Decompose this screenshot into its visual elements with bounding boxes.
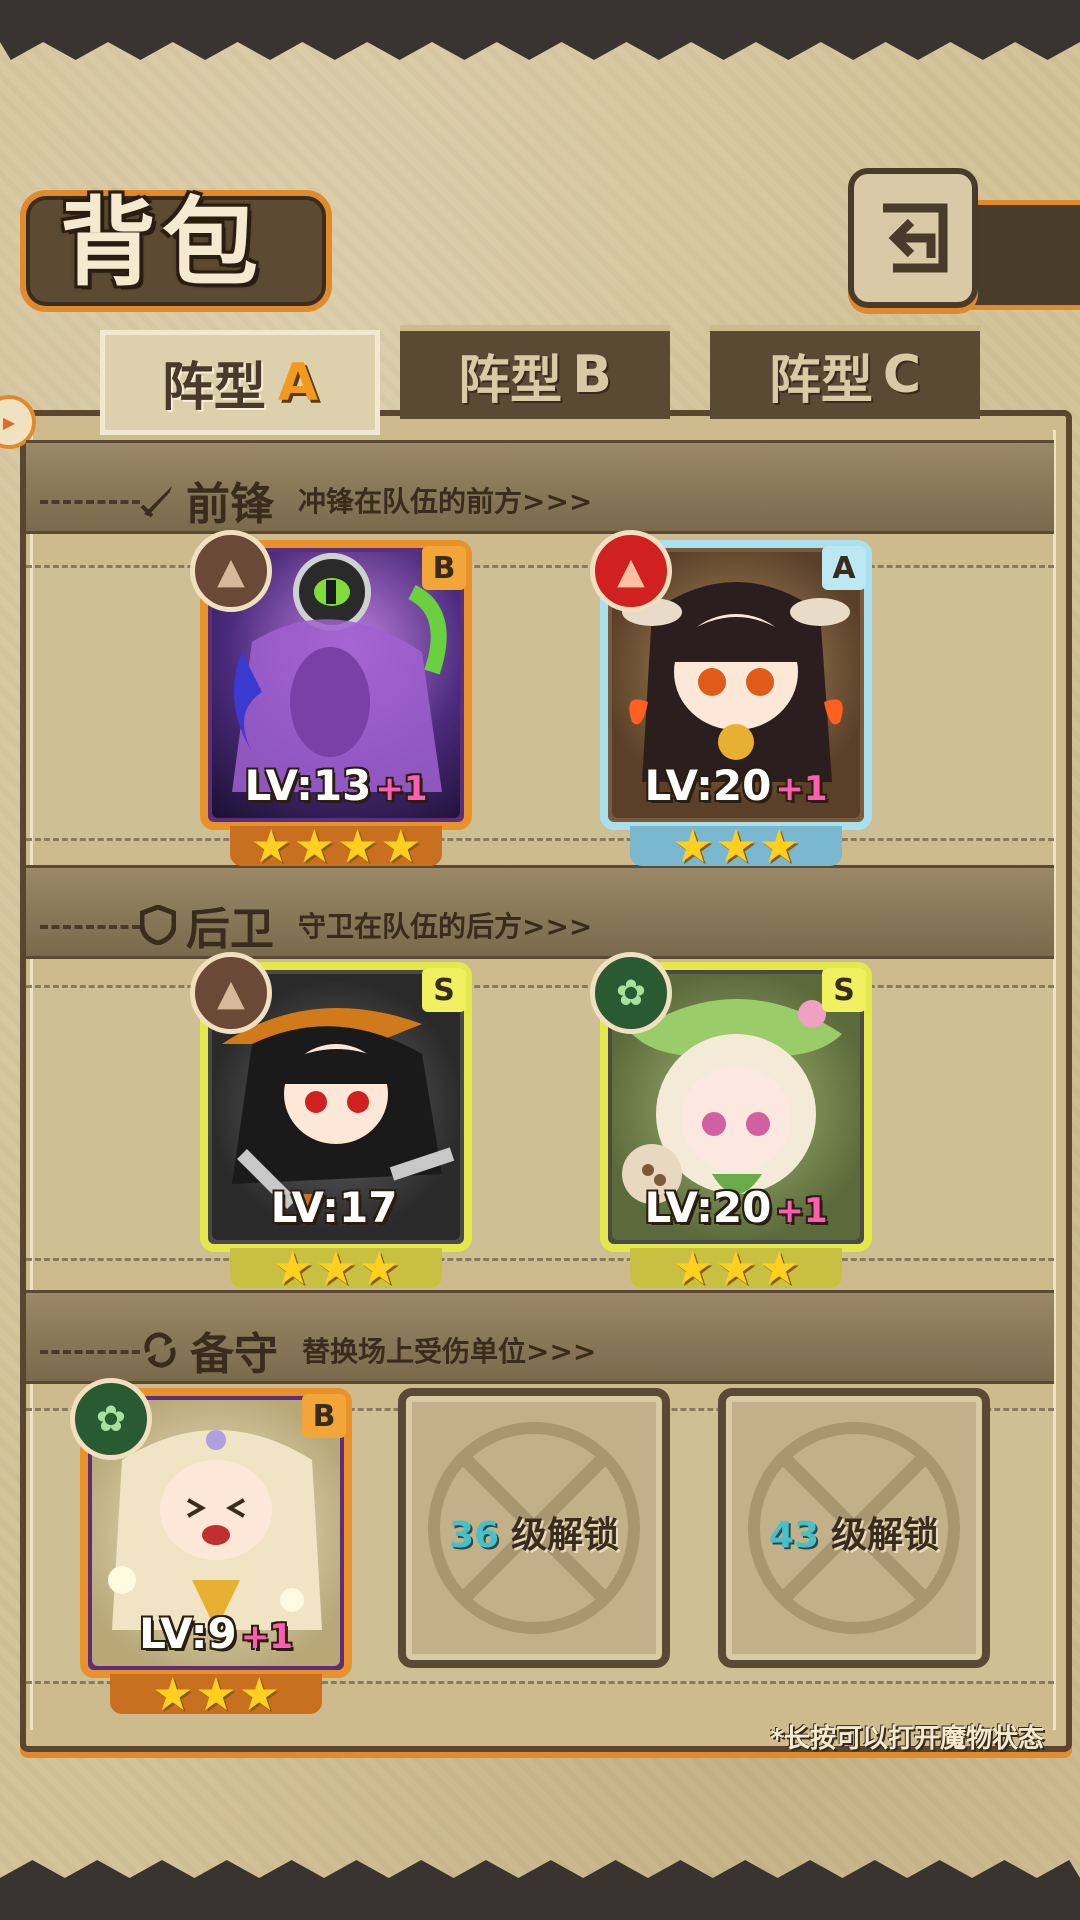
section-desc: 冲锋在队伍的前方>>>	[298, 485, 593, 518]
star-icon: ★	[238, 1667, 280, 1721]
rank-badge: B	[302, 1394, 346, 1438]
level-bonus: +1	[775, 1191, 828, 1231]
level-label: LV:20 +1	[600, 1183, 872, 1232]
star-icon: ★	[152, 1667, 194, 1721]
leaf-element-icon: ✿	[590, 952, 672, 1034]
locked-slot-1[interactable]: 36 级解锁	[398, 1388, 670, 1668]
unlock-level: 36	[448, 1515, 500, 1556]
row-front	[26, 565, 1054, 841]
level-value: LV:20	[644, 1183, 772, 1232]
row-rear	[26, 985, 1054, 1261]
tab-suffix: A	[277, 352, 319, 413]
star-rating: ★ ★ ★	[630, 819, 842, 873]
star-icon: ★	[358, 1241, 400, 1295]
divider	[40, 1350, 140, 1354]
star-icon: ★	[672, 1241, 714, 1295]
tab-formation-c[interactable]: 阵型 C	[710, 325, 980, 419]
tab-suffix: C	[882, 345, 922, 405]
divider	[40, 925, 140, 929]
page-title: 背包	[60, 186, 264, 299]
unlock-requirement: 43 级解锁	[726, 1506, 982, 1558]
sword-icon	[140, 486, 172, 518]
monster-card-rear-1[interactable]: S ▲ LV:17 ★ ★ ★	[190, 952, 472, 1291]
divider	[40, 500, 140, 504]
level-value: LV:17	[270, 1183, 398, 1232]
section-name: 备守	[190, 1329, 278, 1380]
star-rating: ★ ★ ★	[110, 1667, 322, 1721]
unlock-label: 级解锁	[831, 1515, 940, 1556]
unlock-label: 级解锁	[511, 1515, 620, 1556]
monster-card-front-1[interactable]: B ▲ LV:13 +1 ★ ★ ★ ★	[190, 530, 472, 869]
section-name: 前锋	[186, 479, 274, 530]
leaf-element-icon: ✿	[70, 1378, 152, 1460]
monster-card-rear-2[interactable]: S ✿ LV:20 +1 ★ ★ ★	[590, 952, 872, 1291]
star-rating: ★ ★ ★	[230, 1241, 442, 1295]
shield-icon	[140, 905, 176, 945]
star-rating: ★ ★ ★ ★	[230, 819, 442, 873]
unlock-level: 43	[768, 1515, 820, 1556]
earth-element-icon: ▲	[190, 530, 272, 612]
level-label: LV:9 +1	[80, 1609, 352, 1658]
swap-icon	[144, 1332, 176, 1368]
level-value: LV:13	[244, 761, 372, 810]
section-title-reserve: 备守 替换场上受伤单位>>>	[140, 1318, 596, 1382]
level-label: LV:20 +1	[600, 761, 872, 810]
tab-label: 阵型	[161, 358, 266, 418]
star-icon: ★	[672, 819, 714, 873]
star-icon: ★	[195, 1667, 237, 1721]
star-icon: ★	[715, 1241, 757, 1295]
tab-label: 阵型	[768, 350, 873, 411]
star-icon: ★	[715, 819, 757, 873]
rank-badge: A	[822, 546, 866, 590]
earth-element-icon: ▲	[190, 952, 272, 1034]
tab-label: 阵型	[458, 350, 563, 411]
rank-badge: S	[422, 968, 466, 1012]
unlock-requirement: 36 级解锁	[406, 1506, 662, 1558]
star-icon: ★	[272, 1241, 314, 1295]
level-value: LV:20	[644, 761, 772, 810]
tab-suffix: B	[572, 345, 612, 405]
section-title-front: 前锋 冲锋在队伍的前方>>>	[140, 468, 592, 532]
level-bonus: +1	[375, 769, 428, 809]
tab-formation-a[interactable]: 阵型 A	[100, 330, 380, 435]
star-icon: ★	[758, 1241, 800, 1295]
level-label: LV:13 +1	[200, 761, 472, 810]
star-icon: ★	[293, 819, 335, 873]
star-icon: ★	[380, 819, 422, 873]
star-icon: ★	[758, 819, 800, 873]
section-desc: 守卫在队伍的后方>>>	[298, 910, 593, 943]
star-icon: ★	[337, 819, 379, 873]
section-title-rear: 后卫 守卫在队伍的后方>>>	[140, 893, 592, 957]
level-bonus: +1	[240, 1617, 293, 1657]
tab-formation-b[interactable]: 阵型 B	[400, 325, 670, 419]
rank-badge: S	[822, 968, 866, 1012]
level-label: LV:17	[200, 1183, 472, 1232]
star-icon: ★	[250, 819, 292, 873]
rank-badge: B	[422, 546, 466, 590]
level-bonus: +1	[775, 769, 828, 809]
long-press-hint: *长按可以打开魔物状态	[770, 1724, 1044, 1754]
star-rating: ★ ★ ★	[630, 1241, 842, 1295]
level-value: LV:9	[139, 1609, 237, 1658]
fire-element-icon: ▲	[590, 530, 672, 612]
section-name: 后卫	[186, 904, 274, 955]
return-arrow-icon	[883, 203, 948, 273]
monster-card-reserve-1[interactable]: B ✿ LV:9 +1 ★ ★ ★	[70, 1378, 352, 1717]
star-icon: ★	[315, 1241, 357, 1295]
locked-slot-2[interactable]: 43 级解锁	[718, 1388, 990, 1668]
section-desc: 替换场上受伤单位>>>	[302, 1335, 597, 1368]
monster-card-front-2[interactable]: A ▲ LV:20 +1 ★ ★ ★	[590, 530, 872, 869]
back-button[interactable]	[848, 168, 978, 308]
